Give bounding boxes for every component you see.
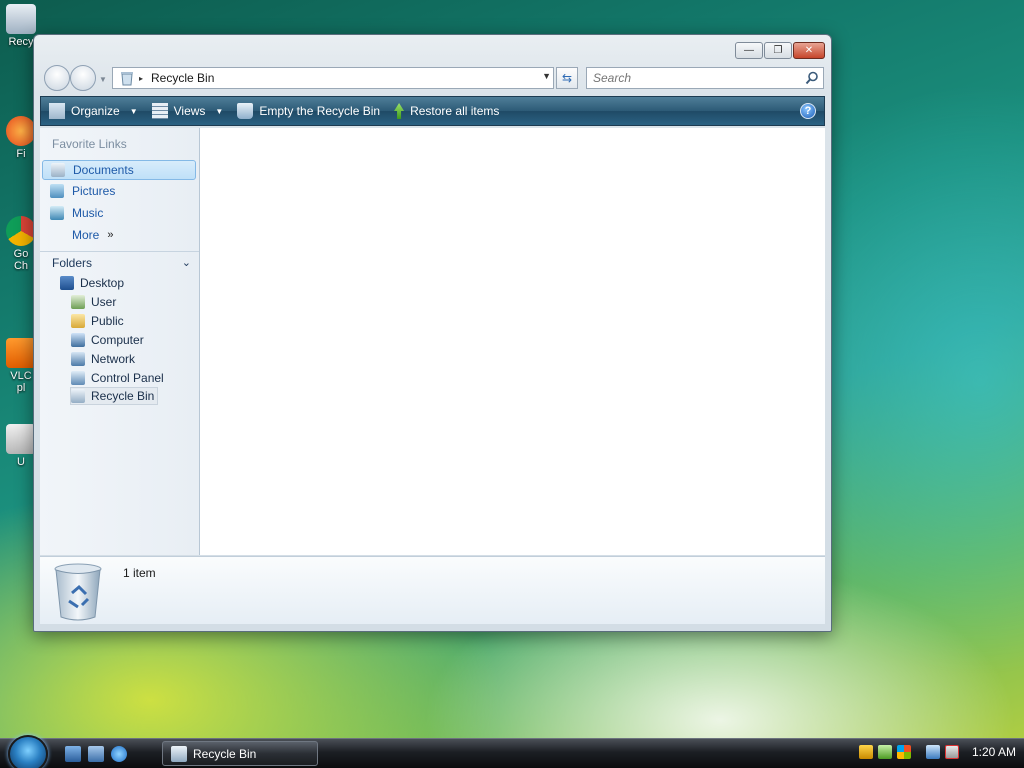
restore-all-items-button[interactable]: Restore all items xyxy=(394,103,499,119)
back-button[interactable] xyxy=(44,65,70,91)
favorite-link-label: Documents xyxy=(73,163,134,177)
switch-windows-icon[interactable] xyxy=(88,746,104,762)
item-count: 1 item xyxy=(123,566,156,580)
favorite-link-music[interactable]: Music xyxy=(42,203,196,223)
folder-label: Computer xyxy=(91,333,144,347)
folders-header[interactable]: Folders ⌄ xyxy=(40,251,199,273)
chevron-down-icon: ⌄ xyxy=(181,257,191,269)
internet-explorer-icon[interactable] xyxy=(111,746,127,762)
folder-tree-recycle-bin[interactable]: Recycle Bin xyxy=(70,387,159,405)
folder-tree-computer[interactable]: Computer xyxy=(71,331,147,349)
taskbar: Recycle Bin 1:20 AM xyxy=(0,735,1024,768)
explorer-window: — ❐ ✕ ▼ ▸ Recycle Bin ▼ ⇆ Search Organiz… xyxy=(33,34,832,632)
breadcrumb-location[interactable]: Recycle Bin xyxy=(151,71,214,85)
chrome-icon xyxy=(6,216,36,246)
security-shield-icon[interactable] xyxy=(858,745,873,759)
network-icon xyxy=(71,352,85,366)
documents-icon xyxy=(51,163,65,177)
search-box[interactable] xyxy=(586,67,824,89)
views-icon xyxy=(151,103,168,119)
folder-label: Desktop xyxy=(80,276,125,290)
favorite-links-heading: Favorite Links xyxy=(52,137,127,151)
recycle-bin-icon xyxy=(121,72,133,86)
organize-label: Organize xyxy=(71,104,120,118)
folder-label: Public xyxy=(91,314,124,328)
favorite-link-label: Pictures xyxy=(72,184,116,198)
folder-label: Control Panel xyxy=(91,371,164,385)
more-label: More xyxy=(72,228,100,242)
system-tray: 1:20 AM xyxy=(858,745,1016,759)
empty-recycle-bin-button[interactable]: Empty the Recycle Bin xyxy=(237,103,380,119)
command-bar: Organize ▼ Views ▼ Empty the Recycle Bin… xyxy=(40,96,825,126)
recycle-bin-icon xyxy=(171,745,187,762)
shortcut-icon xyxy=(6,424,36,454)
forward-button[interactable] xyxy=(70,65,96,91)
favorite-link-documents[interactable]: Documents xyxy=(42,160,196,180)
music-icon xyxy=(50,206,64,220)
search-input[interactable] xyxy=(593,71,793,85)
network-tray-icon[interactable] xyxy=(925,745,940,759)
refresh-button[interactable]: ⇆ xyxy=(556,67,578,89)
recycle-bin-large-icon xyxy=(54,563,102,621)
show-desktop-icon[interactable] xyxy=(65,746,81,762)
maximize-button[interactable]: ❐ xyxy=(764,42,792,59)
empty-recycle-bin-label: Empty the Recycle Bin xyxy=(259,104,381,118)
recycle-bin-icon xyxy=(237,103,254,119)
caption-buttons: — ❐ ✕ xyxy=(735,42,825,59)
restore-all-items-label: Restore all items xyxy=(410,104,500,118)
favorite-link-more[interactable]: More » xyxy=(42,225,196,245)
safely-remove-hardware-icon[interactable] xyxy=(877,745,892,759)
firefox-icon xyxy=(6,116,36,146)
search-icon[interactable] xyxy=(805,71,819,85)
minimize-button[interactable]: — xyxy=(735,42,763,59)
folder-label: Network xyxy=(91,352,136,366)
details-pane: 1 item xyxy=(40,556,825,624)
taskbar-button-recycle-bin[interactable]: Recycle Bin xyxy=(162,741,318,766)
public-folder-icon xyxy=(71,314,85,328)
double-chevron-right-icon: » xyxy=(107,229,114,241)
favorite-link-pictures[interactable]: Pictures xyxy=(42,181,196,201)
folder-tree-public[interactable]: Public xyxy=(71,312,127,330)
chevron-down-icon: ▼ xyxy=(129,106,138,116)
folder-tree-user[interactable]: User xyxy=(71,293,119,311)
views-label: Views xyxy=(173,104,206,118)
navigation-pane: Favorite Links Documents Pictures Music … xyxy=(40,128,200,555)
start-button[interactable] xyxy=(8,735,48,768)
folder-tree-desktop[interactable]: Desktop xyxy=(60,274,127,292)
folder-label: User xyxy=(91,295,117,309)
address-dropdown-icon[interactable]: ▼ xyxy=(542,71,551,81)
breadcrumb-separator-icon[interactable]: ▸ xyxy=(139,74,143,83)
refresh-icon: ⇆ xyxy=(561,71,573,85)
help-icon[interactable]: ? xyxy=(800,103,816,119)
navigation-row: ▼ ▸ Recycle Bin ▼ ⇆ xyxy=(42,65,824,91)
recycle-bin-icon xyxy=(71,389,85,403)
volume-muted-icon[interactable] xyxy=(944,745,959,759)
organize-menu[interactable]: Organize ▼ xyxy=(49,103,138,119)
clock[interactable]: 1:20 AM xyxy=(972,745,1016,759)
desktop-icon xyxy=(60,276,74,290)
vlc-icon xyxy=(6,338,36,368)
organize-icon xyxy=(49,103,65,119)
file-list-area[interactable] xyxy=(200,128,825,555)
computer-icon xyxy=(71,333,85,347)
views-menu[interactable]: Views ▼ xyxy=(151,103,224,119)
folders-label: Folders xyxy=(52,255,93,270)
restore-arrow-icon xyxy=(394,103,405,119)
address-bar[interactable]: ▸ Recycle Bin ▼ xyxy=(112,67,554,89)
windows-flag-icon[interactable] xyxy=(896,745,911,759)
chevron-down-icon: ▼ xyxy=(215,106,224,116)
folder-tree-network[interactable]: Network xyxy=(71,350,138,368)
recycle-bin-icon xyxy=(6,4,36,34)
user-folder-icon xyxy=(71,295,85,309)
taskbar-button-label: Recycle Bin xyxy=(193,746,257,761)
favorite-link-label: Music xyxy=(72,206,104,220)
folder-tree-control-panel[interactable]: Control Panel xyxy=(71,369,167,387)
recent-pages-dropdown-icon[interactable]: ▼ xyxy=(99,75,107,84)
control-panel-icon xyxy=(71,371,85,385)
pictures-icon xyxy=(50,184,64,198)
folder-label: Recycle Bin xyxy=(91,389,155,403)
close-button[interactable]: ✕ xyxy=(793,42,825,59)
